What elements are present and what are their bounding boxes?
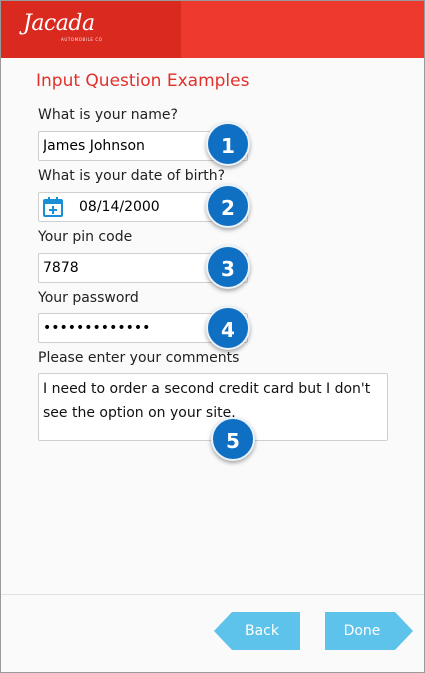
brand-logo-subtext: AUTOMOBILE CO (61, 37, 103, 42)
comments-label: Please enter your comments (38, 350, 240, 366)
pin-label: Your pin code (38, 229, 133, 245)
logo-area: Jacada AUTOMOBILE CO (1, 1, 181, 58)
page-title: Input Question Examples (36, 71, 250, 91)
calendar-icon[interactable] (42, 196, 64, 218)
brand-logo: Jacada (23, 11, 95, 36)
password-label: Your password (38, 290, 139, 306)
dob-label: What is your date of birth? (38, 168, 226, 184)
done-button[interactable]: Done (325, 612, 413, 650)
name-label: What is your name? (38, 107, 178, 123)
step-badge-5: 5 (211, 417, 255, 461)
step-badge-3: 3 (206, 245, 250, 289)
header-bar: Jacada AUTOMOBILE CO (1, 1, 424, 58)
step-badge-1: 1 (206, 122, 250, 166)
app-frame: Jacada AUTOMOBILE CO Input Question Exam… (0, 0, 425, 673)
footer-divider (1, 594, 424, 595)
step-badge-4: 4 (206, 306, 250, 350)
back-button[interactable]: Back (214, 612, 300, 650)
step-badge-2: 2 (206, 184, 250, 228)
